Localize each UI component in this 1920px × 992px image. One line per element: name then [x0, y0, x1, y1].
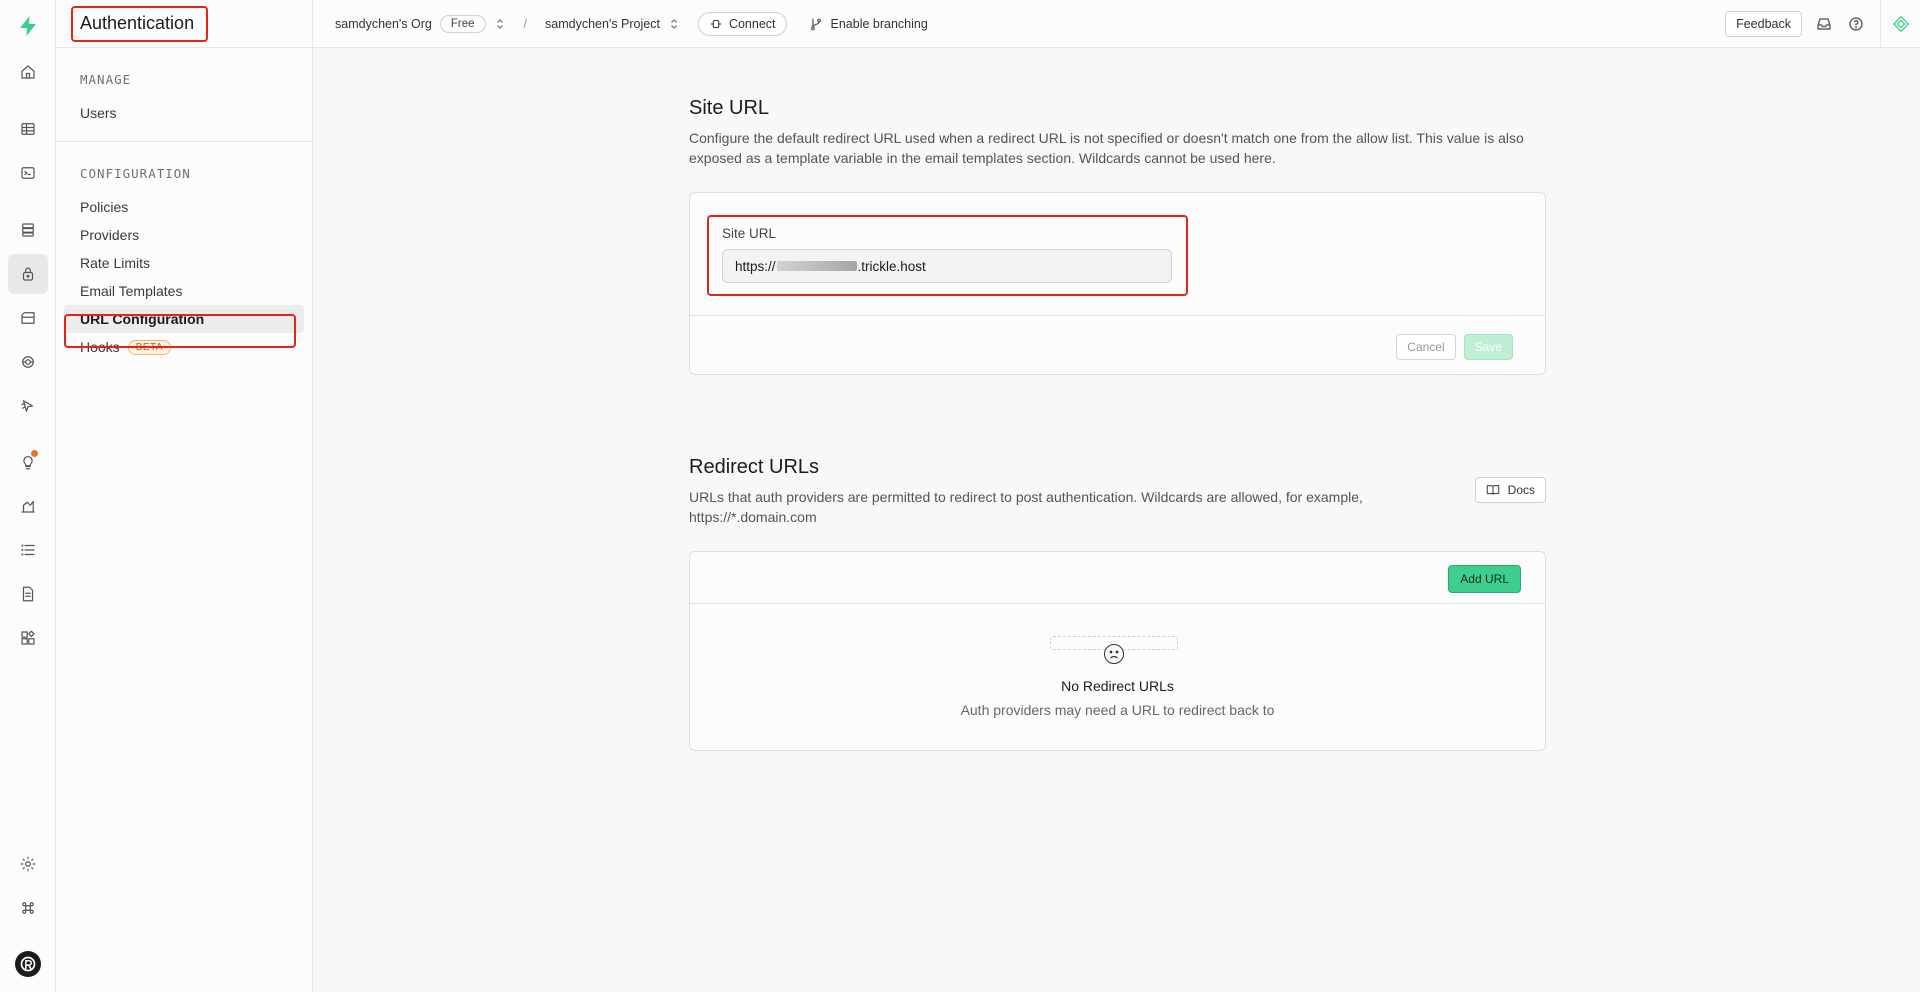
chevrons-up-down-icon	[496, 18, 503, 29]
icon-rail	[0, 0, 56, 992]
sad-face-icon	[1104, 644, 1124, 664]
project-name: samdychen's Project	[545, 16, 660, 31]
top-right-actions: Feedback	[1725, 0, 1920, 48]
storage-icon[interactable]	[8, 298, 48, 338]
sidebar-item-users[interactable]: Users	[64, 99, 304, 127]
site-url-title: Site URL	[689, 97, 770, 119]
branching-label: Enable branching	[830, 16, 928, 31]
site-url-actions: Cancel Save	[1396, 334, 1513, 360]
chevrons-up-down-icon	[670, 18, 677, 29]
redirect-urls-section: Redirect URLs URLs that auth providers a…	[689, 456, 1546, 527]
project-selector[interactable]: samdychen's Project	[545, 17, 680, 31]
site-url-field-label: Site URL	[722, 225, 776, 243]
sql-editor-icon[interactable]	[8, 153, 48, 193]
git-branch-icon	[810, 18, 821, 30]
redirect-urls-toolbar: Add URL	[690, 552, 1545, 604]
authentication-icon[interactable]	[8, 254, 48, 294]
table-editor-icon[interactable]	[8, 109, 48, 149]
sidebar-item-policies[interactable]: Policies	[64, 193, 304, 221]
cancel-button[interactable]: Cancel	[1396, 334, 1456, 360]
beta-badge: BETA	[127, 339, 172, 355]
breadcrumb-separator: /	[523, 16, 528, 31]
realtime-icon[interactable]	[8, 342, 48, 382]
logs-icon[interactable]	[8, 530, 48, 570]
docs-label: Docs	[1507, 483, 1535, 497]
top-bar: samdychen's Org Free / samdychen's Proje…	[313, 0, 1920, 48]
connect-label: Connect	[728, 16, 776, 31]
reports-icon[interactable]	[8, 486, 48, 526]
plug-icon	[710, 19, 722, 28]
assistant-icon[interactable]	[1880, 0, 1920, 48]
docs-button[interactable]: Docs	[1474, 477, 1546, 503]
manage-heading: MANAGE	[80, 72, 132, 87]
org-selector[interactable]: samdychen's Org Free	[335, 14, 506, 33]
sidebar-item-url-configuration[interactable]: URL Configuration	[64, 305, 304, 333]
sidebar-item-hooks[interactable]: Hooks BETA	[64, 333, 304, 361]
database-icon[interactable]	[8, 210, 48, 250]
add-url-button[interactable]: Add URL	[1448, 565, 1521, 593]
org-name: samdychen's Org	[335, 16, 432, 31]
integrations-icon[interactable]	[8, 618, 48, 658]
inbox-icon[interactable]	[1816, 16, 1832, 32]
site-url-input[interactable]: https:// .trickle.host	[722, 249, 1172, 283]
settings-icon[interactable]	[8, 844, 48, 884]
book-open-icon	[1486, 485, 1499, 495]
command-icon[interactable]	[8, 888, 48, 928]
save-button[interactable]: Save	[1463, 334, 1513, 360]
edge-functions-icon[interactable]	[8, 386, 48, 426]
site-url-section: Site URL Configure the default redirect …	[689, 97, 1546, 168]
site-url-card: Site URL https:// .trickle.host Cancel Sa…	[689, 192, 1546, 375]
empty-state-title: No Redirect URLs	[1061, 678, 1174, 694]
sidebar-item-rate-limits[interactable]: Rate Limits	[64, 249, 304, 277]
help-icon[interactable]	[1848, 16, 1864, 32]
manage-section: MANAGE Users	[56, 48, 312, 142]
api-docs-icon[interactable]	[8, 574, 48, 614]
empty-state-subtitle: Auth providers may need a URL to redirec…	[960, 702, 1275, 718]
configuration-heading: CONFIGURATION	[80, 166, 191, 181]
sidebar-header: Authentication	[56, 0, 312, 48]
sidebar-item-label: Hooks	[80, 339, 120, 355]
connect-button[interactable]: Connect	[697, 11, 787, 36]
home-icon[interactable]	[8, 52, 48, 92]
logo-bolt-icon[interactable]	[8, 6, 48, 46]
field-label: Site URL	[722, 226, 777, 241]
configuration-section: CONFIGURATION Policies Providers Rate Li…	[56, 142, 312, 375]
feedback-button[interactable]: Feedback	[1725, 11, 1802, 37]
url-prefix: https://	[735, 258, 776, 274]
redirect-urls-title: Redirect URLs	[689, 456, 820, 478]
notification-dot	[31, 450, 38, 457]
card-divider	[690, 315, 1545, 316]
page-title: Authentication	[80, 13, 195, 33]
redirect-urls-card: Add URL No Redirect URLs Auth providers …	[689, 551, 1546, 751]
enable-branching-button[interactable]: Enable branching	[809, 17, 928, 31]
user-avatar-icon[interactable]	[8, 944, 48, 984]
sidebar-item-providers[interactable]: Providers	[64, 221, 304, 249]
sidebar-item-email-templates[interactable]: Email Templates	[64, 277, 304, 305]
redacted-text	[776, 261, 857, 271]
redirect-urls-description: URLs that auth providers are permitted t…	[689, 489, 1363, 525]
auth-sidebar: Authentication MANAGE Users CONFIGURATIO…	[56, 0, 313, 992]
url-suffix: .trickle.host	[857, 258, 926, 274]
advisors-icon[interactable]	[8, 442, 48, 482]
plan-badge: Free	[439, 14, 486, 33]
site-url-description: Configure the default redirect URL used …	[689, 130, 1524, 166]
